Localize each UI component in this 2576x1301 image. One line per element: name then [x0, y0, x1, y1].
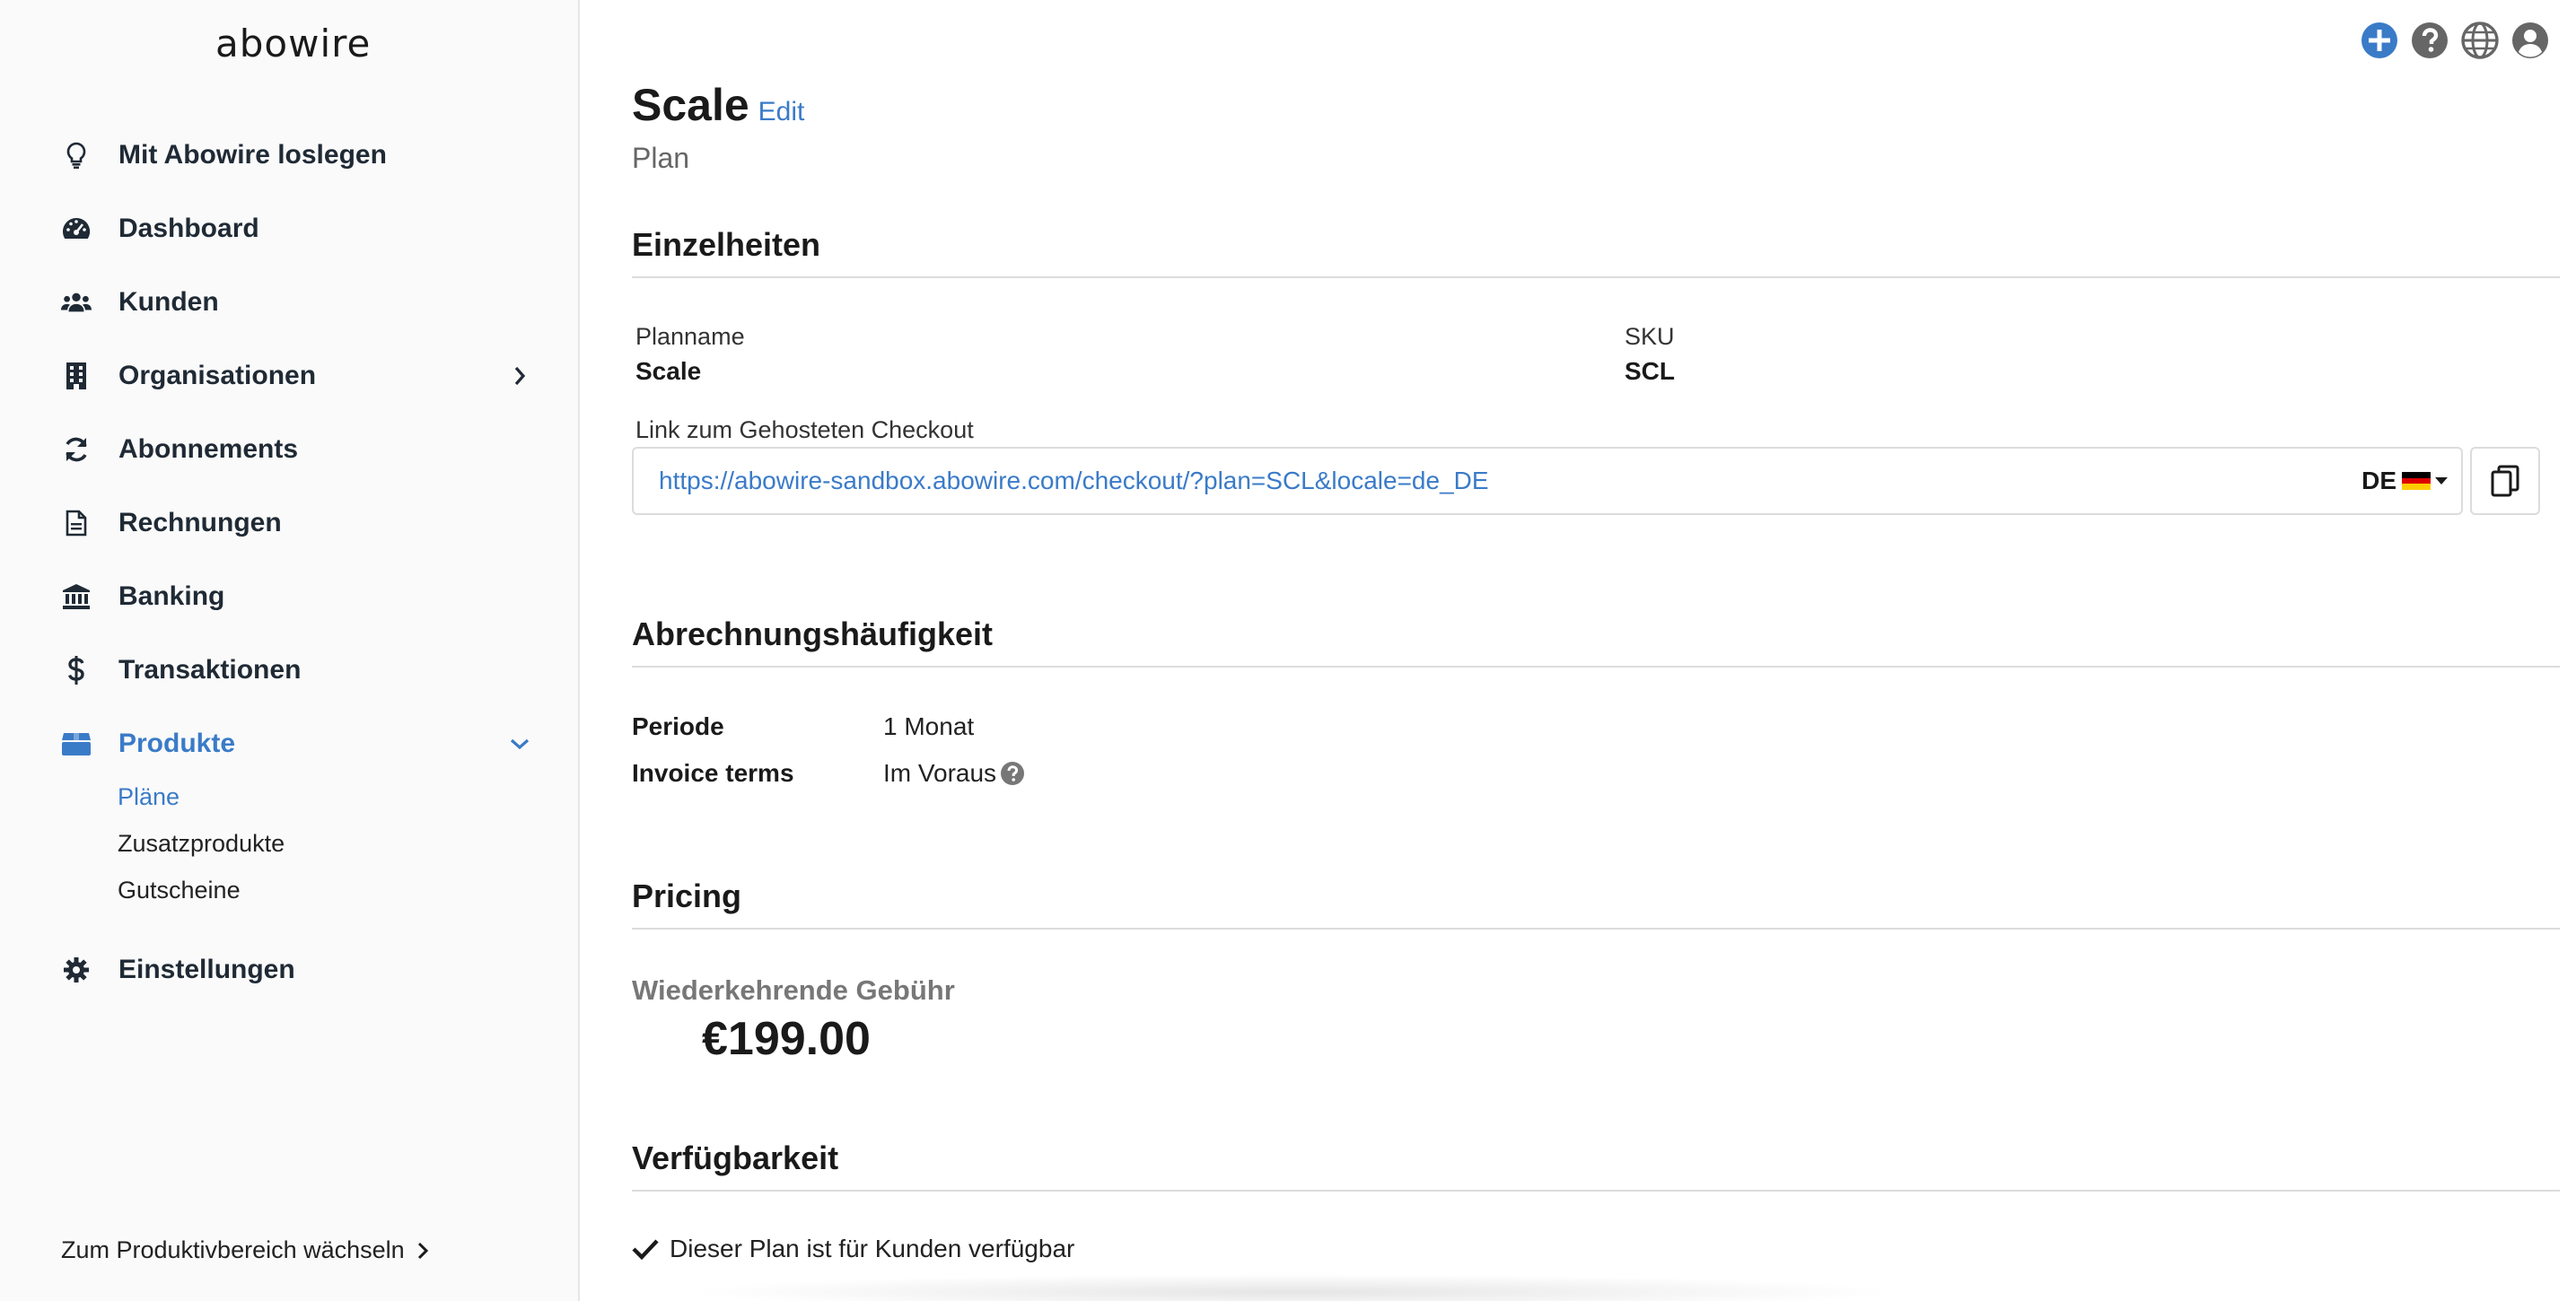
users-icon — [61, 287, 92, 318]
produkte-submenu: Pläne Zusatzprodukte Gutscheine — [0, 773, 578, 913]
sidebar-item-abonnements[interactable]: Abonnements — [0, 413, 578, 486]
checkout-link-label: Link zum Gehosteten Checkout — [635, 416, 974, 443]
sidebar-item-rechnungen[interactable]: Rechnungen — [0, 486, 578, 560]
invoice-terms-value: Im Voraus — [883, 759, 1025, 788]
checkout-link-field: https://abowire-sandbox.abowire.com/chec… — [632, 447, 2463, 515]
chevron-right-icon — [417, 1242, 428, 1259]
period-label: Periode — [632, 712, 724, 740]
sidebar-item-label: Organisationen — [118, 361, 317, 390]
availability-text: Dieser Plan ist für Kunden verfügbar — [670, 1235, 1075, 1262]
building-icon — [61, 361, 92, 391]
period-value: 1 Monat — [883, 712, 974, 741]
section-heading-details: Einzelheiten — [632, 226, 2560, 278]
sidebar-item-mit-abowire-loslegen[interactable]: Mit Abowire loslegen — [0, 118, 578, 192]
sync-icon — [61, 434, 92, 465]
sidebar-nav: Mit Abowire loslegen Dashboard Kunden Or… — [0, 118, 578, 1007]
switch-to-production-link[interactable]: Zum Produktivbereich wächseln — [61, 1236, 428, 1264]
availability-item: Dieser Plan ist für Kunden verfügbar — [632, 1235, 1074, 1263]
sidebar-item-label: Banking — [118, 581, 225, 611]
gear-icon — [61, 955, 92, 985]
sidebar-item-label: Rechnungen — [118, 508, 282, 537]
user-avatar-icon[interactable] — [2511, 22, 2549, 59]
edit-link[interactable]: Edit — [758, 97, 805, 127]
dollar-icon — [61, 655, 92, 685]
sidebar-item-transaktionen[interactable]: Transaktionen — [0, 633, 578, 707]
sidebar-item-produkte[interactable]: Produkte — [0, 707, 578, 781]
plan-name-label: Planname — [635, 323, 745, 350]
section-heading-availability: Verfügbarkeit — [632, 1139, 2560, 1192]
sku-value: SCL — [1625, 357, 1675, 385]
chevron-right-icon[interactable] — [504, 361, 535, 391]
lightbulb-icon — [61, 140, 92, 170]
globe-icon[interactable] — [2461, 22, 2499, 59]
german-flag-icon — [2402, 472, 2431, 491]
caret-down-icon — [2435, 477, 2448, 485]
page-header: Scale Edit — [632, 79, 804, 131]
header-icons — [2361, 22, 2549, 59]
sidebar-item-label: Mit Abowire loslegen — [118, 140, 387, 170]
abowire-logo[interactable]: abowire — [215, 22, 371, 65]
invoice-terms-label: Invoice terms — [632, 759, 794, 787]
document-icon — [61, 508, 92, 538]
chevron-down-icon[interactable] — [504, 729, 535, 759]
sidebar-item-label: Kunden — [118, 287, 219, 317]
page-title: Scale — [632, 80, 749, 130]
copy-link-button[interactable] — [2470, 447, 2540, 515]
sidebar-item-kunden[interactable]: Kunden — [0, 266, 578, 339]
plan-name-value: Scale — [635, 357, 702, 385]
section-heading-billing: Abrechnungshäufigkeit — [632, 616, 2560, 668]
sku-label: SKU — [1625, 323, 1675, 350]
locale-dropdown[interactable]: DE — [2361, 467, 2449, 495]
sidebar-item-einstellungen[interactable]: Einstellungen — [0, 933, 578, 1007]
switch-label: Zum Produktivbereich wächseln — [61, 1236, 405, 1263]
help-icon[interactable] — [2411, 22, 2449, 59]
recurring-fee-label: Wiederkehrende Gebühr — [632, 974, 955, 1006]
sidebar-item-label: Einstellungen — [118, 955, 295, 984]
sidebar-item-dashboard[interactable]: Dashboard — [0, 192, 578, 266]
page-subtitle: Plan — [632, 142, 690, 174]
invoice-terms-value-text: Im Voraus — [883, 759, 997, 787]
box-icon — [61, 729, 92, 759]
sidebar-item-label: Transaktionen — [118, 655, 302, 685]
sidebar: abowire Mit Abowire loslegen Dashboard K… — [0, 0, 580, 1301]
sidebar-item-label: Dashboard — [118, 214, 259, 243]
dashboard-gauge-icon — [61, 214, 92, 244]
scroll-shadow — [682, 1274, 1903, 1301]
sidebar-subitem-gutscheine[interactable]: Gutscheine — [118, 867, 578, 913]
period-value-text: 1 Monat — [883, 712, 975, 740]
section-heading-pricing: Pricing — [632, 878, 2560, 930]
checkout-url-link[interactable]: https://abowire-sandbox.abowire.com/chec… — [659, 467, 2361, 495]
sidebar-subitem-zusatzprodukte[interactable]: Zusatzprodukte — [118, 820, 578, 867]
sidebar-item-organisationen[interactable]: Organisationen — [0, 339, 578, 413]
check-icon — [632, 1239, 659, 1260]
bank-icon — [61, 581, 92, 612]
copy-icon — [2491, 465, 2519, 497]
sidebar-item-label: Produkte — [118, 729, 236, 758]
sidebar-item-label: Abonnements — [118, 434, 299, 464]
recurring-fee-value: €199.00 — [702, 1013, 871, 1065]
help-icon[interactable] — [1000, 761, 1025, 786]
sidebar-item-banking[interactable]: Banking — [0, 560, 578, 633]
locale-code: DE — [2361, 467, 2396, 494]
plus-circle-icon[interactable] — [2361, 22, 2398, 59]
